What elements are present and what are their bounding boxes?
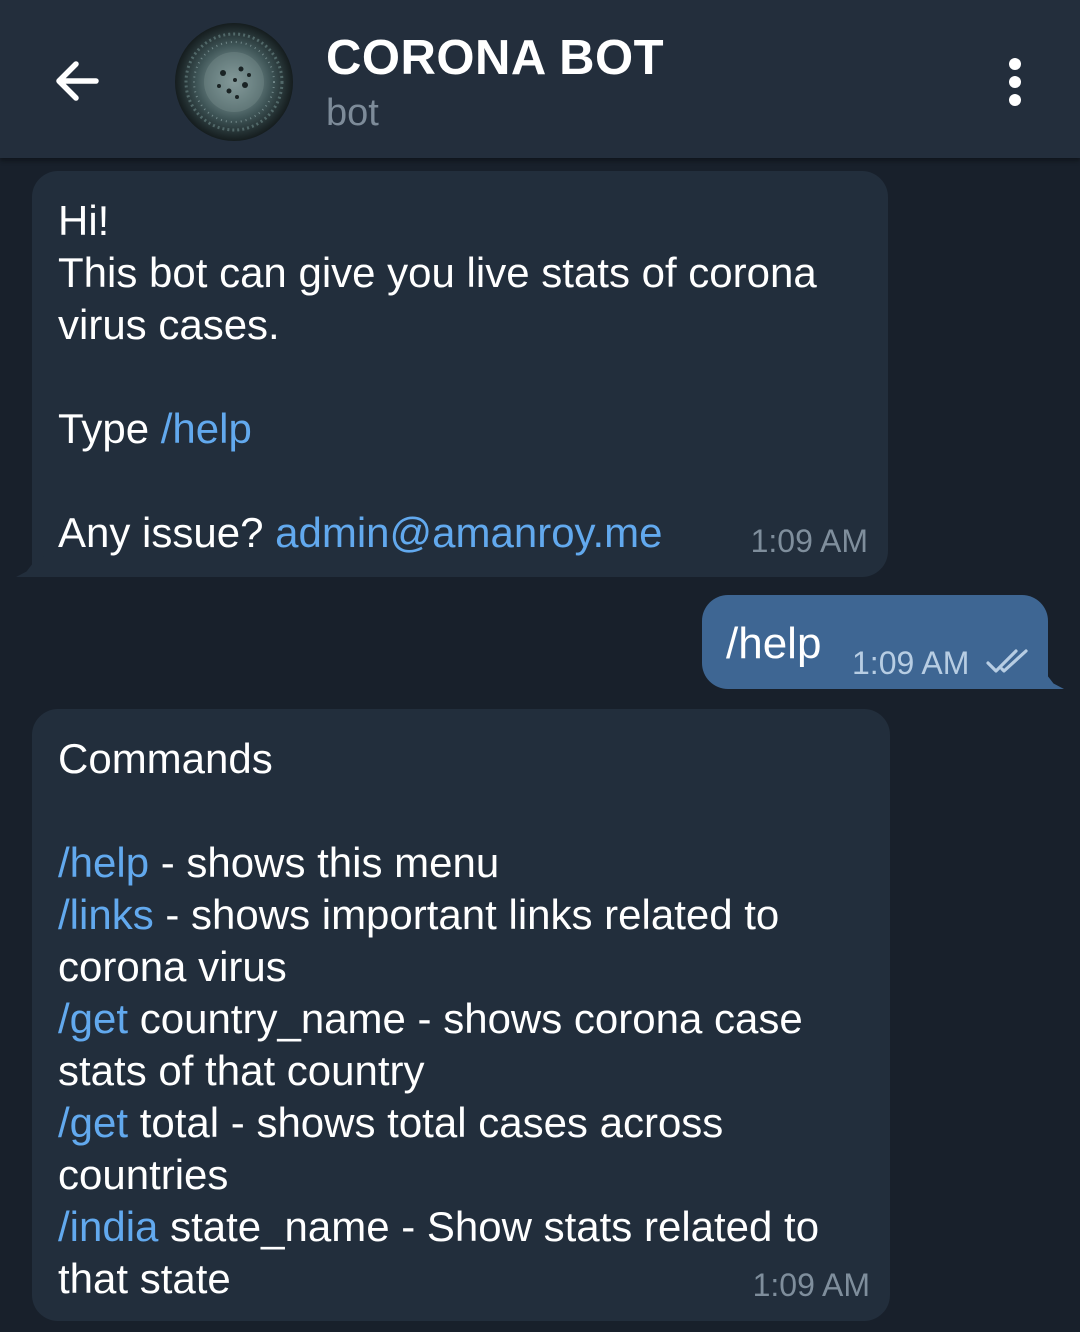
command-link-get[interactable]: /get (58, 1099, 128, 1146)
menu-dot (1009, 94, 1021, 106)
chat-header: CORONA BOT bot (0, 0, 1080, 158)
command-line: /india state_name - Show stats related t… (58, 1201, 864, 1253)
message-text: stats of that country (58, 1047, 425, 1094)
message-text: total - shows total cases across (128, 1099, 724, 1146)
command-link-india[interactable]: /india (58, 1203, 158, 1250)
outgoing-message[interactable]: /help 1:09 AM (702, 595, 1064, 689)
message-text: corona virus (58, 943, 287, 990)
message-text: country_name - shows corona case (128, 995, 803, 1042)
message-time: 1:09 AM (750, 523, 868, 559)
message-text: Type (58, 405, 161, 452)
incoming-message[interactable]: Hi! This bot can give you live stats of … (16, 171, 888, 577)
message-text: /help (726, 619, 822, 668)
command-link-help[interactable]: /help (161, 405, 252, 452)
more-vertical-icon (1009, 58, 1021, 70)
arrow-left-icon (56, 61, 99, 101)
email-link[interactable]: admin@amanroy.me (275, 509, 662, 556)
incoming-message[interactable]: Commands /help - shows this menu /links … (32, 709, 890, 1321)
message-text: Hi! (58, 197, 110, 244)
message-time: 1:09 AM (752, 1267, 870, 1303)
virus-image (184, 32, 284, 132)
message-heading: Commands (58, 735, 273, 782)
message-text: countries (58, 1151, 229, 1198)
chat-title: CORONA BOT (326, 31, 664, 85)
message-time: 1:09 AM (852, 645, 970, 681)
bot-avatar[interactable] (175, 23, 293, 141)
back-button[interactable] (42, 46, 112, 116)
message-text: Any issue? (58, 509, 276, 556)
message-text: virus cases. (58, 301, 280, 348)
message-text: state_name - Show stats related to (158, 1203, 820, 1250)
message-line: Any issue? admin@amanroy.me (58, 507, 862, 559)
command-line: /get country_name - shows corona case (58, 993, 864, 1045)
double-check-icon (986, 649, 1028, 673)
more-options-button[interactable] (990, 52, 1040, 112)
command-link-get[interactable]: /get (58, 995, 128, 1042)
command-line: /get total - shows total cases across (58, 1097, 864, 1149)
command-line: /help - shows this menu (58, 837, 864, 889)
message-text: This bot can give you live stats of coro… (58, 249, 817, 296)
command-link-links[interactable]: /links (58, 891, 154, 938)
chat-subtitle: bot (326, 92, 379, 134)
message-line: Type /help (58, 403, 862, 455)
bubble-tail (1034, 667, 1064, 689)
message-text: - shows important links related to (153, 891, 780, 938)
command-line: /links - shows important links related t… (58, 889, 864, 941)
message-text: that state (58, 1255, 231, 1302)
command-link-help[interactable]: /help (58, 839, 149, 886)
bubble-tail (16, 555, 46, 577)
message-text: - shows this menu (149, 839, 500, 886)
menu-dot (1009, 76, 1021, 88)
